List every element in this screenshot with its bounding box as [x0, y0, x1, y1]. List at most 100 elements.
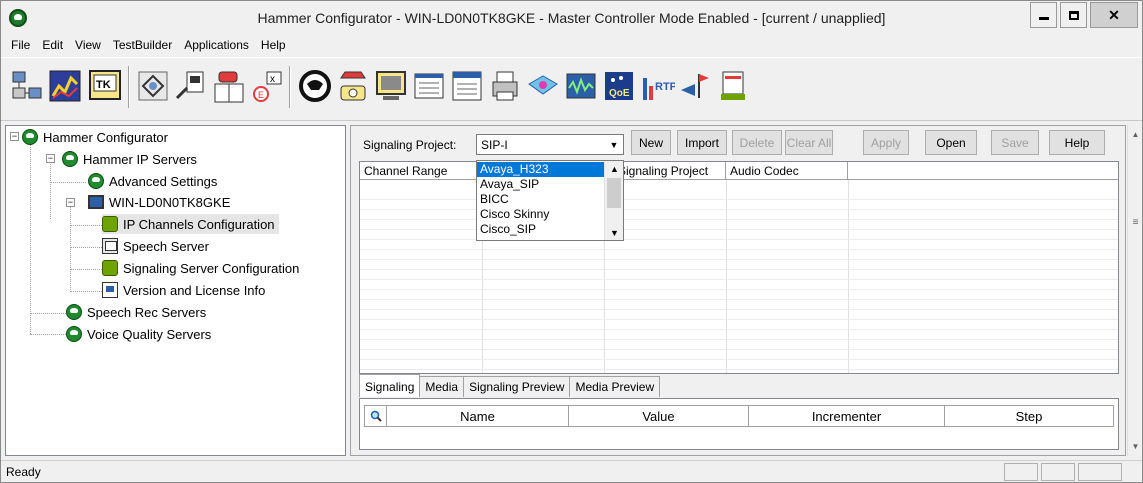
dropdown-option[interactable]: Cisco_SIP — [477, 222, 604, 237]
search-icon[interactable] — [365, 406, 387, 426]
table-row[interactable] — [360, 220, 1118, 230]
phone-book-icon[interactable] — [211, 68, 247, 106]
table-row[interactable] — [360, 340, 1118, 350]
table-row[interactable] — [360, 210, 1118, 220]
monitor-icon[interactable] — [373, 68, 409, 106]
signaling-project-select[interactable]: SIP-I ▼ — [476, 134, 624, 155]
table-row[interactable] — [360, 240, 1118, 250]
tree-node-host[interactable]: WIN-LD0N0TK8GKE — [88, 192, 230, 212]
open-button[interactable]: Open — [925, 130, 977, 155]
tab-media-preview[interactable]: Media Preview — [569, 376, 661, 397]
new-button[interactable]: New — [631, 130, 671, 155]
phone-icon[interactable] — [335, 68, 371, 106]
table-row[interactable] — [360, 260, 1118, 270]
host-expander[interactable]: − — [66, 198, 75, 207]
export-icon[interactable]: xE — [249, 68, 285, 106]
menu-edit[interactable]: Edit — [36, 38, 69, 52]
column-audio-codec[interactable]: Audio Codec — [726, 162, 848, 180]
dropdown-option[interactable]: Cisco Skinny — [477, 207, 604, 222]
table-row[interactable] — [360, 190, 1118, 200]
table-row[interactable] — [360, 330, 1118, 340]
maximize-button[interactable] — [1060, 2, 1087, 28]
reports-icon[interactable] — [449, 68, 485, 106]
close-button[interactable]: ✕ — [1090, 2, 1138, 28]
panel-scrollbar[interactable]: ▲ ≡ ▼ — [1127, 125, 1142, 456]
column-step[interactable]: Step — [945, 406, 1113, 426]
table-row[interactable] — [360, 290, 1118, 300]
table-row[interactable] — [360, 250, 1118, 260]
settings-tabs: Signaling Media Signaling Preview Media … — [359, 374, 661, 398]
tab-signaling[interactable]: Signaling — [359, 374, 421, 397]
chevron-up-icon[interactable]: ▲ — [606, 161, 623, 176]
flags-icon[interactable] — [677, 68, 713, 106]
menu-testbuilder[interactable]: TestBuilder — [107, 38, 178, 52]
printer-icon[interactable] — [487, 68, 523, 106]
tree-node-speech-rec[interactable]: Speech Rec Servers — [66, 302, 206, 322]
qoe-icon[interactable]: QoE — [601, 68, 637, 106]
document-icon[interactable] — [173, 68, 209, 106]
rtp-icon[interactable]: RTP — [639, 68, 675, 106]
clear-all-button[interactable]: Clear All — [785, 130, 833, 155]
tree-node-voice-quality[interactable]: Voice Quality Servers — [66, 324, 211, 344]
network-map-icon[interactable] — [525, 68, 561, 106]
delete-button[interactable]: Delete — [732, 130, 782, 155]
chevron-up-icon[interactable]: ▲ — [1128, 127, 1143, 142]
table-row[interactable] — [360, 230, 1118, 240]
tree-node-root[interactable]: Hammer Configurator — [22, 127, 168, 147]
dropdown-scrollbar[interactable]: ▲ ▼ — [604, 161, 623, 240]
chevron-down-icon[interactable]: ▼ — [606, 225, 623, 240]
recycle-icon[interactable] — [135, 68, 171, 106]
minimize-button[interactable] — [1030, 2, 1057, 28]
tree-node-label: Signaling Server Configuration — [123, 260, 300, 276]
dropdown-option[interactable]: BICC — [477, 192, 604, 207]
scroll-thumb[interactable] — [607, 178, 621, 208]
import-button[interactable]: Import — [677, 130, 727, 155]
column-incrementer[interactable]: Incrementer — [749, 406, 945, 426]
table-row[interactable] — [360, 280, 1118, 290]
menu-view[interactable]: View — [69, 38, 107, 52]
spreadsheet-icon[interactable] — [715, 68, 751, 106]
hammer-logo-icon[interactable] — [297, 68, 333, 106]
menu-applications[interactable]: Applications — [178, 38, 255, 52]
tree-node-speech-server[interactable]: Speech Server — [102, 236, 209, 256]
apply-button[interactable]: Apply — [863, 130, 909, 155]
table-row[interactable] — [360, 350, 1118, 360]
table-row[interactable] — [360, 320, 1118, 330]
column-name[interactable]: Name — [387, 406, 569, 426]
tree-node-advanced-settings[interactable]: Advanced Settings — [88, 171, 217, 191]
save-button[interactable]: Save — [991, 130, 1039, 155]
tree-connector — [30, 144, 31, 334]
tk-icon[interactable]: TK — [87, 68, 123, 106]
table-row[interactable] — [360, 300, 1118, 310]
tree-node-ip-channels[interactable]: IP Channels Configuration — [102, 214, 279, 234]
scroll-grip-icon[interactable]: ≡ — [1128, 217, 1143, 229]
tree-node-ip-servers[interactable]: Hammer IP Servers — [62, 149, 197, 169]
tree-connector — [70, 225, 102, 226]
chart-icon[interactable] — [47, 68, 83, 106]
list-icon[interactable] — [411, 68, 447, 106]
svg-text:E: E — [258, 90, 264, 100]
tree-node-version-info[interactable]: Version and License Info — [102, 280, 265, 300]
dropdown-option[interactable]: Avaya_SIP — [477, 177, 604, 192]
tree-node-signaling-server[interactable]: Signaling Server Configuration — [102, 258, 299, 278]
root-expander[interactable]: − — [10, 132, 19, 141]
column-value[interactable]: Value — [569, 406, 749, 426]
tab-signaling-preview[interactable]: Signaling Preview — [463, 376, 571, 397]
ip-servers-expander[interactable]: − — [46, 154, 55, 163]
chevron-down-icon[interactable]: ▼ — [605, 135, 623, 154]
table-row[interactable] — [360, 310, 1118, 320]
status-pane — [1004, 463, 1038, 481]
menu-file[interactable]: File — [5, 38, 36, 52]
tab-media[interactable]: Media — [419, 376, 465, 397]
help-button[interactable]: Help — [1049, 130, 1105, 155]
network-icon[interactable] — [9, 68, 45, 106]
waveform-icon[interactable] — [563, 68, 599, 106]
table-row[interactable] — [360, 360, 1118, 370]
gear-icon — [102, 260, 118, 276]
table-row[interactable] — [360, 270, 1118, 280]
menu-help[interactable]: Help — [255, 38, 292, 52]
column-channel-range[interactable]: Channel Range — [360, 162, 482, 180]
chevron-down-icon[interactable]: ▼ — [1128, 439, 1143, 454]
table-row[interactable] — [360, 200, 1118, 210]
dropdown-option[interactable]: Avaya_H323 — [477, 162, 604, 177]
